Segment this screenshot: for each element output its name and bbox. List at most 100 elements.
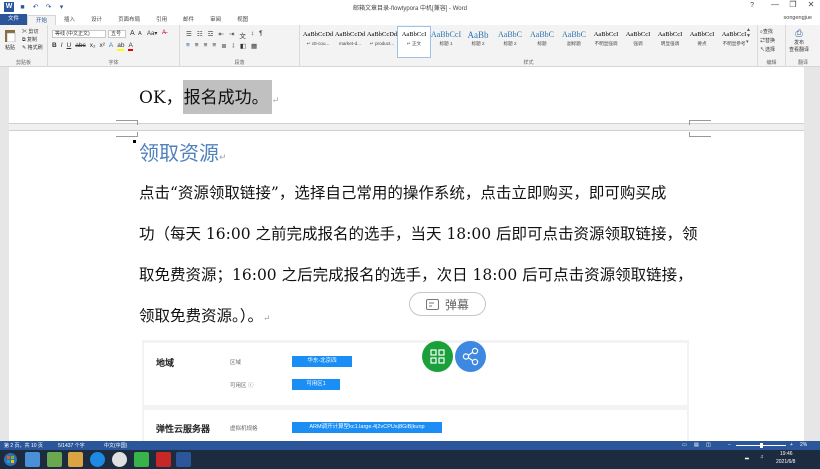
read-mode-icon[interactable]: ▭ bbox=[682, 442, 687, 448]
clear-format-icon[interactable]: A̶ bbox=[162, 30, 166, 36]
zoom-level[interactable]: 2% bbox=[800, 442, 807, 448]
align-center-icon[interactable]: ≡ bbox=[195, 42, 199, 50]
italic-icon[interactable]: I bbox=[61, 42, 63, 51]
styles-scroll[interactable]: ▲ ▼ ▾ bbox=[746, 27, 754, 45]
show-marks-icon[interactable]: ¶ bbox=[259, 30, 263, 40]
line-spacing-icon[interactable]: ↨ bbox=[232, 42, 235, 50]
chinese-layout-icon[interactable]: 文 bbox=[239, 30, 246, 40]
format-painter-button[interactable]: ✎ 格式刷 bbox=[22, 44, 43, 51]
style-item[interactable]: AaBbCcI 标题 1 bbox=[430, 27, 462, 57]
az-label-text: 可用区 bbox=[230, 383, 247, 389]
ecs-title: 弹性云服务器 bbox=[156, 424, 211, 434]
subscript-icon[interactable]: x₂ bbox=[90, 42, 96, 51]
selected-text[interactable]: 报名成功。 bbox=[182, 80, 272, 114]
strikethrough-icon[interactable]: abc bbox=[75, 42, 85, 51]
volume-icon[interactable]: ♫ bbox=[760, 454, 764, 460]
replace-button[interactable]: ⇄替换 bbox=[760, 37, 775, 44]
language[interactable]: 中文(中国) bbox=[104, 442, 127, 449]
change-case-icon[interactable]: Aa▾ bbox=[147, 30, 157, 37]
tab-references[interactable]: 引用 bbox=[148, 15, 175, 25]
superscript-icon[interactable]: x² bbox=[99, 42, 104, 51]
font-group-label: 字体 bbox=[108, 60, 119, 66]
style-item[interactable]: AaBbC 标题 2 bbox=[494, 27, 526, 57]
style-item[interactable]: AaBbCcI 明显强调 bbox=[654, 27, 686, 57]
align-left-icon[interactable]: ≡ bbox=[186, 42, 190, 50]
style-preview: AaBbCcDd bbox=[302, 31, 334, 38]
multilevel-icon[interactable]: ☲ bbox=[208, 30, 214, 40]
find-button[interactable]: ⌕查找 bbox=[760, 28, 773, 35]
decrease-indent-icon[interactable]: ⇤ bbox=[218, 30, 223, 40]
style-item[interactable]: AaBbCcI 强调 bbox=[622, 27, 654, 57]
tab-view[interactable]: 视图 bbox=[229, 15, 256, 25]
danmaku-button[interactable]: 弹幕 bbox=[409, 292, 486, 316]
cut-button[interactable]: ✂ 剪切 bbox=[22, 28, 38, 35]
bold-icon[interactable]: B bbox=[52, 42, 57, 51]
zoom-in-icon[interactable]: + bbox=[790, 442, 793, 448]
copy-button[interactable]: ⧉ 复制 bbox=[22, 36, 37, 43]
ie-icon[interactable] bbox=[90, 452, 105, 467]
web-layout-icon[interactable]: ◫ bbox=[706, 442, 711, 448]
zoom-slider-handle[interactable] bbox=[760, 443, 763, 448]
folder-icon[interactable] bbox=[68, 452, 83, 467]
print-layout-icon[interactable]: ▤ bbox=[694, 442, 699, 448]
tab-home[interactable]: 开始 bbox=[27, 15, 57, 25]
start-button[interactable] bbox=[3, 452, 18, 467]
word-taskbar-icon[interactable] bbox=[176, 452, 191, 467]
align-right-icon[interactable]: ≡ bbox=[204, 42, 208, 50]
style-item[interactable]: AaBbCcDd market-d... bbox=[334, 27, 366, 57]
style-item[interactable]: AaBbCcI 不明显强调 bbox=[590, 27, 622, 57]
style-item[interactable]: AaBbC 标题 bbox=[526, 27, 558, 57]
increase-indent-icon[interactable]: ⇥ bbox=[229, 30, 234, 40]
numbering-icon[interactable]: ☷ bbox=[197, 30, 203, 40]
border-icon[interactable]: ▦ bbox=[251, 42, 257, 50]
editing-group: ⌕查找 ⇄替换 ↖选择 编辑 bbox=[758, 25, 786, 67]
tab-file[interactable]: 文件 bbox=[0, 14, 28, 25]
shrink-font-button[interactable]: A bbox=[138, 31, 142, 37]
tab-design[interactable]: 设计 bbox=[83, 15, 110, 25]
style-item[interactable]: AaBbCcI 要点 bbox=[686, 27, 718, 57]
style-item[interactable]: AaBbCcDd ↵ product... bbox=[366, 27, 398, 57]
justify-icon[interactable]: ≡ bbox=[212, 42, 216, 50]
distributed-icon[interactable]: ≣ bbox=[221, 42, 226, 50]
zoom-out-icon[interactable]: − bbox=[728, 442, 731, 448]
user-name[interactable]: songengjue bbox=[784, 15, 812, 21]
app-icon-1[interactable] bbox=[25, 452, 40, 467]
style-item[interactable]: AaBbCcI ↵ 正文 bbox=[397, 26, 431, 58]
style-item[interactable]: AaBbCcDd ↵ ctt-cou... bbox=[302, 27, 334, 57]
style-item[interactable]: AaBbC 副标题 bbox=[558, 27, 590, 57]
app-icon-3[interactable] bbox=[134, 452, 149, 467]
bullets-icon[interactable]: ☰ bbox=[186, 30, 192, 40]
underline-icon[interactable]: U bbox=[67, 42, 72, 51]
qr-scan-button[interactable] bbox=[422, 341, 453, 372]
document-page[interactable]: OK，报名成功。 ↵ 领取资源↵ 点击“资源领取链接”，选择自己常用的操作系统，点… bbox=[9, 67, 804, 441]
close-icon[interactable]: ✕ bbox=[806, 0, 816, 9]
grow-font-button[interactable]: A bbox=[130, 30, 135, 37]
network-icon[interactable]: ▂ bbox=[745, 454, 749, 460]
app-icon-4[interactable] bbox=[156, 452, 171, 467]
share-button[interactable] bbox=[455, 341, 486, 372]
help-icon[interactable]: ? bbox=[750, 2, 754, 9]
font-size-select[interactable]: 五号 bbox=[108, 30, 126, 38]
restore-icon[interactable]: ❐ bbox=[788, 0, 798, 9]
font-color-icon[interactable]: A bbox=[128, 42, 133, 51]
tab-mailings[interactable]: 邮件 bbox=[175, 15, 202, 25]
font-name-select[interactable]: 等线 (中文正文) bbox=[52, 30, 106, 38]
minimize-icon[interactable]: — bbox=[770, 0, 780, 9]
chrome-icon[interactable] bbox=[112, 452, 127, 467]
shading-icon[interactable]: ◧ bbox=[240, 42, 246, 50]
style-item[interactable]: AaBb 标题 2 bbox=[462, 27, 494, 57]
clock-date[interactable]: 2021/6/8 bbox=[776, 459, 795, 465]
highlight-icon[interactable]: ab bbox=[117, 42, 125, 51]
sort-icon[interactable]: ↕ bbox=[251, 30, 254, 40]
tab-layout[interactable]: 页面布局 bbox=[110, 15, 148, 25]
clock-time[interactable]: 19:46 bbox=[780, 451, 793, 457]
paste-button[interactable]: 粘贴 bbox=[4, 28, 16, 51]
tab-review[interactable]: 审阅 bbox=[202, 15, 229, 25]
page-count[interactable]: 第 2 页，共 10 页 bbox=[4, 442, 43, 449]
app-icon-2[interactable] bbox=[47, 452, 62, 467]
text-effect-icon[interactable]: A bbox=[109, 42, 113, 51]
tab-insert[interactable]: 插入 bbox=[56, 15, 83, 25]
word-count[interactable]: 5/1437 个字 bbox=[58, 442, 85, 449]
translate-button[interactable]: ⎙ 发布 查看翻译 bbox=[789, 28, 809, 53]
select-button[interactable]: ↖选择 bbox=[760, 46, 775, 53]
